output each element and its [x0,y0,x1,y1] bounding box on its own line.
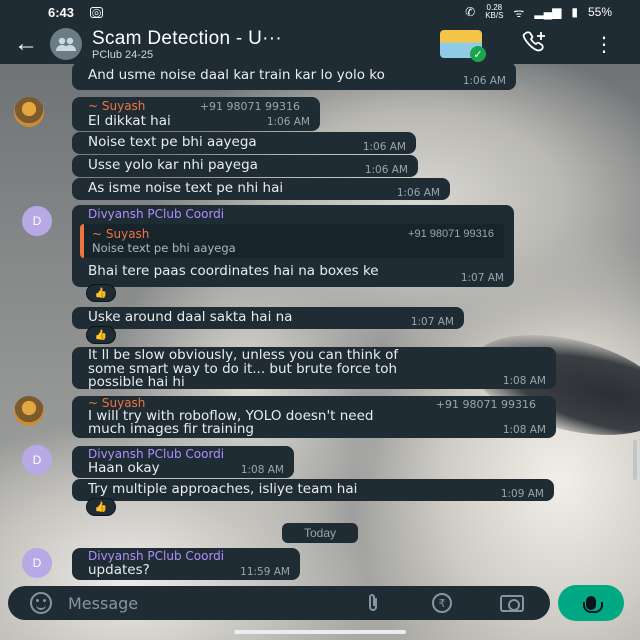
message-time: 1:06 AM [396,187,440,199]
message-text: Uske around daal sakta hai na [88,309,293,325]
message-bubble[interactable]: ~ Suyash +91 98071 99316 El dikkat hai 1… [72,97,320,131]
message-time: 1:08 AM [502,424,546,436]
message-input[interactable] [68,589,318,617]
battery-percent: 55% [587,5,612,19]
message-text: And usme noise daal kar train kar lo yol… [88,67,385,83]
attach-icon[interactable] [366,593,380,618]
mic-button[interactable] [558,585,624,621]
quoted-message[interactable]: ~ Suyash +91 98071 99316 Noise text pe b… [80,224,504,258]
check-icon: ✓ [470,46,486,62]
wallet-icon[interactable]: ✓ [440,30,486,62]
thumbs-up-reaction-icon[interactable]: 👍 [86,498,116,516]
message-time: 1:06 AM [362,141,406,153]
message-bubble[interactable]: Noise text pe bhi aayega 1:06 AM [72,132,416,154]
wifi-icon: ᯤ [513,5,525,20]
status-time: 6:43 [48,4,75,20]
battery-icon: ▮ [571,5,578,19]
notification-icon: ◎ [90,6,104,19]
quoted-text: Noise text pe bhi aayega [92,241,236,255]
message-text-line: much images fir training [88,421,254,437]
camera-icon[interactable] [500,595,524,612]
sender-phone: +91 98071 99316 [435,398,536,411]
message-bubble[interactable]: Try multiple approaches, isliye team hai… [72,479,554,501]
avatar-suyash[interactable] [14,97,44,127]
message-time: 1:08 AM [240,464,284,476]
message-text: Bhai tere paas coordinates hai na boxes … [88,263,379,279]
message-sender[interactable]: Divyansh PClub Coordi [88,207,500,221]
group-icon[interactable] [50,28,82,60]
message-bubble[interactable]: Divyansh PClub Coordi Haan okay 1:08 AM [72,446,294,478]
message-time: 1:09 AM [500,488,544,500]
message-bubble[interactable]: ~ Suyash +91 98071 99316 I will try with… [72,396,556,438]
message-text: Usse yolo kar nhi payega [88,157,258,173]
message-bubble[interactable]: Divyansh PClub Coordi updates? 11:59 AM [72,548,300,580]
message-time: 1:07 AM [410,316,454,328]
message-composer: ₹ [8,586,550,620]
chat-titles[interactable]: Scam Detection - U··· PClub 24-25 [92,28,392,61]
back-arrow-icon[interactable]: ← [10,30,42,58]
avatar-divyansh[interactable]: D [22,548,52,578]
message-sender[interactable]: Divyansh PClub Coordi [88,447,280,461]
message-time: 1:06 AM [266,116,310,128]
status-bar: 6:43 ◎ ✆ 0.28 KB/S ᯤ ▂▄▆ ▮ 55% [0,0,640,24]
message-bubble[interactable]: As isme noise text pe nhi hai 1:06 AM [72,178,450,200]
avatar-divyansh[interactable]: D [22,206,52,236]
signal-icon: ▂▄▆ [534,5,562,19]
thumbs-up-reaction-icon[interactable]: 👍 [86,284,116,302]
home-indicator[interactable] [234,630,406,634]
message-text: Noise text pe bhi aayega [88,134,257,150]
message-time: 1:08 AM [502,374,546,387]
message-time: 11:59 AM [240,566,290,578]
call-status-icon: ✆ [465,5,476,19]
message-bubble[interactable]: Uske around daal sakta hai na 1:07 AM [72,307,464,329]
more-options-icon[interactable]: ⋮ [594,32,614,57]
chat-subtitle: PClub 24-25 [92,48,154,61]
net-speed: 0.28 KB/S [485,4,503,20]
message-text: As isme noise text pe nhi hai [88,180,284,196]
thumbs-up-reaction-icon[interactable]: 👍 [86,326,116,344]
message-time: 1:07 AM [460,272,504,284]
chat-title[interactable]: Scam Detection - U··· [92,28,392,50]
message-time: 1:06 AM [364,164,408,176]
message-bubble[interactable]: Usse yolo kar nhi payega 1:06 AM [72,155,418,177]
add-call-icon[interactable] [522,30,548,58]
emoji-icon[interactable] [30,592,52,614]
chat-header: ← Scam Detection - U··· PClub 24-25 ✓ ⋮ [0,24,640,64]
message-sender[interactable]: Divyansh PClub Coordi [88,549,286,563]
net-speed-unit: KB/S [485,11,504,20]
message-bubble[interactable]: And usme noise daal kar train kar lo yol… [72,62,516,90]
avatar-divyansh[interactable]: D [22,445,52,475]
message-text: Try multiple approaches, isliye team hai [88,481,358,497]
status-right: ✆ 0.28 KB/S ᯤ ▂▄▆ ▮ 55% [465,4,612,21]
message-time: 1:06 AM [462,75,506,87]
message-bubble[interactable]: It ll be slow obviously, unless you can … [72,347,556,389]
scrollbar-thumb[interactable] [633,440,637,480]
avatar-suyash[interactable] [14,396,44,426]
sender-phone: +91 98071 99316 [199,100,300,113]
day-separator: Today [282,523,358,543]
mic-icon [583,596,603,613]
rupee-icon[interactable]: ₹ [432,593,452,613]
quoted-phone: +91 98071 99316 [408,228,494,240]
message-text-line: possible hai hi [88,374,185,390]
